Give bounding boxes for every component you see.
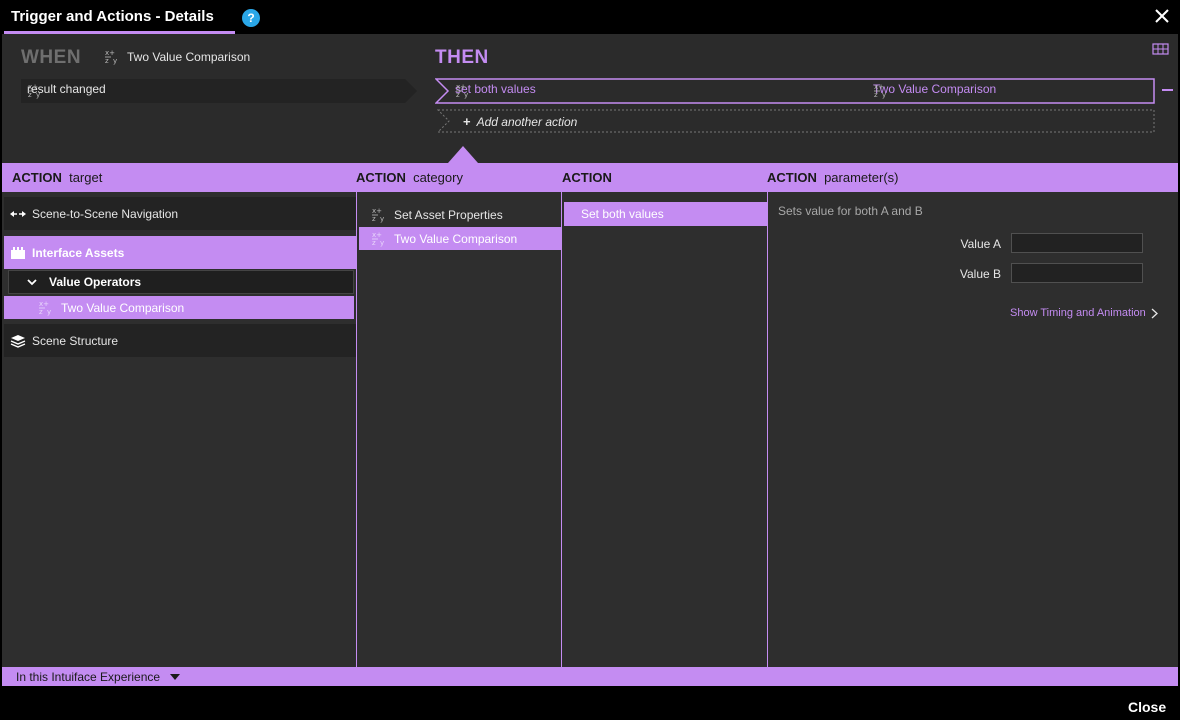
svg-text:x+: x+ [372,207,382,215]
svg-text:y: y [36,91,40,99]
svg-text:z: z [28,91,32,99]
chevron-down-icon [27,279,37,286]
action-item-selected[interactable]: x+ z y set both values x+ z y Two Value … [435,78,1155,104]
scope-bar: In this Intuiface Experience [2,667,1178,686]
scope-label: In this Intuiface Experience [16,670,161,684]
target-two-value-comparison[interactable]: x+ z y Two Value Comparison [4,296,354,319]
value-b-input[interactable] [1011,263,1143,283]
when-source: x+ z y Two Value Comparison [104,48,250,65]
category-two-value-comparison[interactable]: x+ z y Two Value Comparison [359,227,561,250]
then-label: THEN [435,47,489,68]
action-column: Set both values [561,192,768,667]
action-target: Two Value Comparison [873,82,997,96]
trigger-action-summary: WHEN x+ z y Two Value Comparison x+ z y [2,34,1178,163]
svg-text:x+: x+ [39,300,49,308]
when-label: WHEN [21,47,82,68]
when-source-name: Two Value Comparison [127,49,251,64]
svg-text:z: z [372,239,376,247]
add-action-label: Add another action [476,114,578,129]
table-view-icon[interactable] [1152,42,1169,56]
target-label: Scene Structure [32,333,119,348]
value-a-input[interactable] [1011,233,1143,253]
category-label: Two Value Comparison [394,231,518,246]
target-scene-structure[interactable]: Scene Structure [4,324,356,357]
remove-action-button[interactable] [1162,89,1173,91]
svg-text:x+: x+ [372,231,382,239]
header-category: ACTION category [356,170,463,185]
category-column: x+ z y Set Asset Properties x+ z y Two V… [356,192,562,667]
action-description: Sets value for both A and B [778,204,923,218]
value-b-label: Value B [959,267,1001,281]
target-column: Scene-to-Scene Navigation Interface Asse… [2,192,356,667]
layers-icon [10,334,26,348]
timing-link-label: Show Timing and Animation [1010,307,1146,319]
action-shape [435,78,1155,104]
value-a-label: Value A [960,237,1001,251]
svg-text:y: y [380,239,384,247]
target-scene-navigation[interactable]: Scene-to-Scene Navigation [4,197,356,230]
add-action-button[interactable]: + Add another action [437,109,1155,133]
parameters-column: Sets value for both A and B Value A Valu… [767,192,1178,667]
value-operator-icon: x+ z y [372,231,384,247]
svg-text:y: y [882,91,886,99]
target-label: Interface Assets [32,245,125,260]
svg-text:z: z [456,91,460,99]
value-operator-icon: x+ z y [39,300,51,316]
window-title: Trigger and Actions - Details [11,8,214,25]
scope-dropdown[interactable]: In this Intuiface Experience [16,670,181,684]
header-target: ACTION target [12,170,103,185]
value-operator-icon: x+ z y [28,83,40,99]
svg-text:z: z [105,57,109,65]
title-bar: Trigger and Actions - Details ? [0,0,1180,34]
svg-text:x+: x+ [28,83,38,91]
value-operator-icon: x+ z y [372,207,384,223]
value-operator-icon: x+ z y [874,83,886,99]
svg-text:x+: x+ [456,83,466,91]
trigger-item[interactable]: x+ z y result changed [21,79,417,103]
details-panel: WHEN x+ z y Two Value Comparison x+ z y [2,34,1178,686]
svg-text:z: z [874,91,878,99]
svg-text:x+: x+ [105,49,115,57]
column-header-bar: ACTION target ACTION category ACTION ACT… [2,163,1178,192]
help-icon[interactable]: ? [242,9,260,27]
show-timing-link[interactable]: Show Timing and Animation [1010,307,1158,319]
navigation-arrows-icon [10,210,26,217]
interface-assets-icon [11,246,25,259]
group-label: Value Operators [49,275,142,289]
target-label: Scene-to-Scene Navigation [32,206,179,221]
target-label: Two Value Comparison [61,300,185,315]
value-operator-icon: x+ z y [456,83,468,99]
svg-text:z: z [39,308,43,316]
svg-text:y: y [47,308,51,316]
group-value-operators[interactable]: Value Operators [8,270,354,294]
svg-text:y: y [464,91,468,99]
svg-text:x+: x+ [874,83,884,91]
chevron-right-icon [1151,308,1158,318]
action-label: Set both values [581,207,664,221]
category-set-asset-properties[interactable]: x+ z y Set Asset Properties [359,203,561,226]
close-icon[interactable] [1152,6,1172,26]
svg-text:z: z [372,215,376,223]
svg-text:y: y [380,215,384,223]
selection-pointer [448,146,478,163]
plus-icon: + [463,114,471,129]
header-params: ACTION parameter(s) [767,170,899,185]
header-action: ACTION [562,170,612,185]
svg-text:y: y [113,57,117,65]
category-label: Set Asset Properties [394,207,503,222]
action-set-both-values[interactable]: Set both values [564,202,768,226]
close-button[interactable]: Close [1128,699,1166,715]
target-interface-assets[interactable]: Interface Assets [4,236,356,269]
value-operator-icon: x+ z y [105,49,117,65]
caret-down-icon [170,674,181,680]
